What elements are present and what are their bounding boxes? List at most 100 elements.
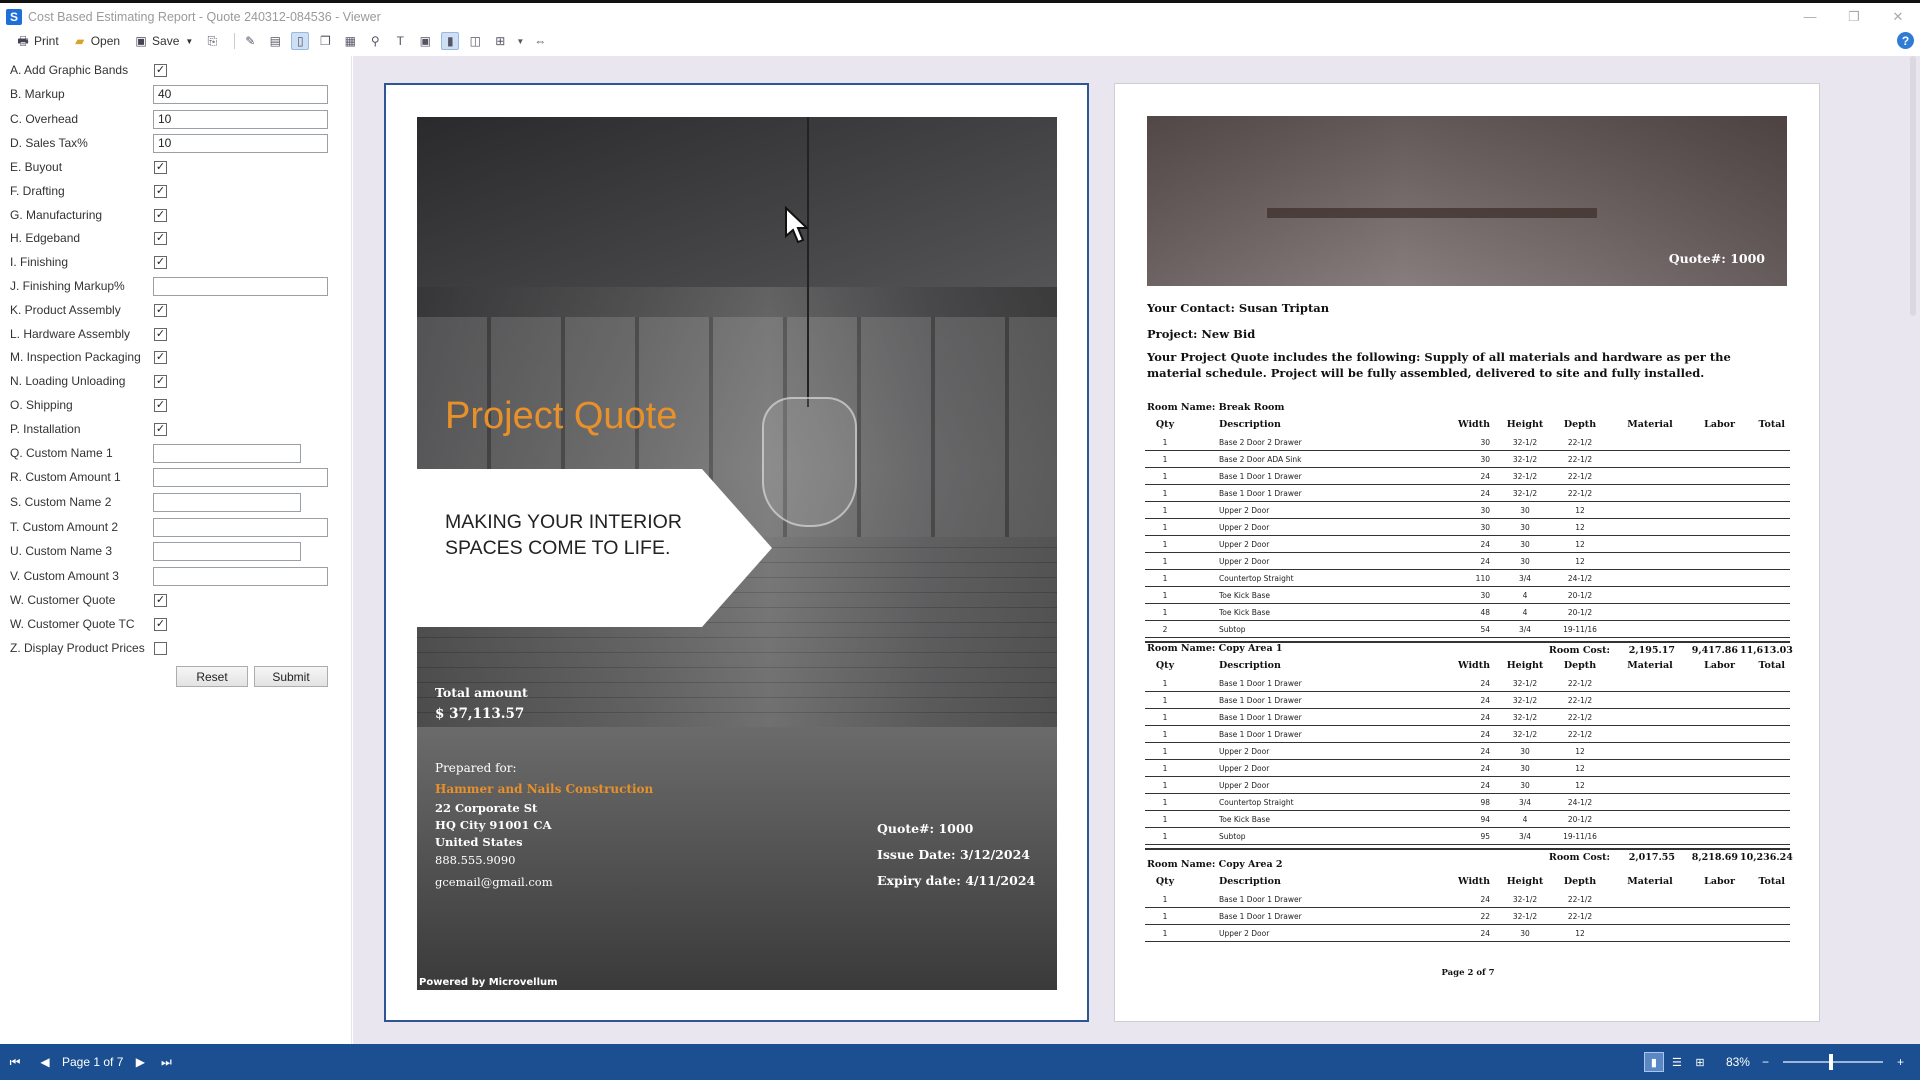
param-custom-amount-2: T. Custom Amount 2	[10, 517, 340, 537]
finishing-checkbox[interactable]: ✓	[154, 255, 167, 269]
room-table: Qty Description Width Height Depth Material La…	[1145, 658, 1793, 864]
chevron-down-icon[interactable]: ▼	[185, 37, 193, 46]
help-icon[interactable]: ?	[1897, 32, 1914, 49]
column-header-height: Height	[1506, 660, 1544, 671]
table-icon[interactable]: ▦	[341, 32, 359, 50]
table-row: 1 Toe Kick Base 94 4 20-1/2	[1145, 811, 1790, 828]
param-custom-amount-1: R. Custom Amount 1	[10, 467, 340, 487]
custom-amount-3-input[interactable]	[153, 566, 328, 586]
table-cell: 94	[1480, 815, 1490, 824]
scrollbar-thumb[interactable]	[1910, 56, 1916, 316]
param-label: W. Customer Quote TC	[10, 617, 135, 631]
buyout-checkbox[interactable]: ✓	[154, 160, 167, 174]
table-row: 1 Base 2 Door ADA Sink 30 32-1/2 22-1/2	[1145, 451, 1790, 468]
reset-button[interactable]: Reset	[176, 666, 248, 687]
table-cell: Base 1 Door 1 Drawer	[1219, 472, 1302, 481]
copy-icon[interactable]: ❐	[316, 32, 334, 50]
zoom-slider-thumb[interactable]	[1828, 1054, 1833, 1070]
table-cell: 110	[1475, 574, 1490, 583]
open-button[interactable]: ▰ Open	[69, 31, 124, 51]
table-header: Qty Description Width Height Depth Material La…	[1145, 874, 1790, 891]
multi-page-view-icon[interactable]: ⊞	[1690, 1052, 1710, 1072]
overhead-input[interactable]	[153, 109, 328, 129]
edgeband-checkbox[interactable]: ✓	[154, 231, 167, 245]
fit-width-icon[interactable]: ⇔	[531, 32, 549, 50]
print-button[interactable]: 🖶 Print	[12, 31, 63, 51]
installation-checkbox[interactable]: ✓	[154, 422, 167, 436]
param-add-graphic-bands: A. Add Graphic Bands ✓	[10, 60, 340, 80]
table-cell: 30	[1480, 591, 1490, 600]
custom-name-3-input[interactable]	[153, 541, 301, 561]
client-country: United States	[435, 835, 523, 849]
table-cell: 1	[1162, 895, 1168, 904]
table-cell: 32-1/2	[1512, 713, 1538, 722]
single-page-view-icon[interactable]: ▮	[1643, 1052, 1664, 1072]
last-page-icon[interactable]: ⏭	[155, 1051, 177, 1073]
add-graphic-bands-checkbox[interactable]: ✓	[154, 63, 167, 77]
finishing-markup-input[interactable]	[153, 276, 328, 296]
product-assembly-checkbox[interactable]: ✓	[154, 303, 167, 317]
param-label: V. Custom Amount 3	[10, 569, 119, 583]
hardware-assembly-checkbox[interactable]: ✓	[154, 327, 167, 341]
custom-amount-2-input[interactable]	[153, 517, 328, 537]
table-cell: 24	[1480, 679, 1490, 688]
column-header-depth: Depth	[1563, 660, 1597, 671]
table-cell: 19-11/16	[1563, 832, 1597, 841]
document-icon[interactable]: ▤	[266, 32, 284, 50]
param-label: B. Markup	[10, 87, 65, 101]
header-shelf	[1267, 208, 1597, 218]
markup-input[interactable]	[153, 84, 328, 104]
loading-unloading-checkbox[interactable]: ✓	[154, 374, 167, 388]
param-label: Q. Custom Name 1	[10, 446, 113, 460]
text-tool-icon[interactable]: T	[391, 32, 409, 50]
inspection-packaging-checkbox[interactable]: ✓	[154, 350, 167, 364]
table-cell: 12	[1575, 523, 1585, 532]
save-button[interactable]: ▣ Save ▼	[130, 31, 197, 51]
multi-page-icon[interactable]: ⊞	[491, 32, 509, 50]
full-screen-icon[interactable]: ▣	[416, 32, 434, 50]
two-page-icon[interactable]: ◫	[466, 32, 484, 50]
table-cell: 12	[1575, 764, 1585, 773]
parameters-panel: A. Add Graphic Bands ✓ B. Markup C. Over…	[0, 56, 352, 1044]
table-cell: 3/4	[1518, 625, 1532, 634]
submit-button[interactable]: Submit	[254, 666, 328, 687]
custom-name-2-input[interactable]	[153, 492, 301, 512]
column-header-labor: Labor	[1704, 419, 1735, 430]
shipping-checkbox[interactable]: ✓	[154, 398, 167, 412]
zoom-slider[interactable]	[1782, 1054, 1883, 1070]
sales-tax-input[interactable]	[153, 133, 328, 153]
manufacturing-checkbox[interactable]: ✓	[154, 208, 167, 222]
table-cell: 22-1/2	[1567, 489, 1593, 498]
chevron-down-icon[interactable]: ▼	[516, 37, 524, 46]
customer-quote-tc-checkbox[interactable]: ✓	[154, 617, 167, 631]
maximize-button[interactable]: ❐	[1832, 3, 1876, 30]
vertical-scrollbar[interactable]	[1906, 56, 1920, 1044]
continuous-view-icon[interactable]: ☰	[1667, 1052, 1687, 1072]
minimize-button[interactable]: —	[1788, 3, 1832, 30]
custom-name-1-input[interactable]	[153, 443, 301, 463]
display-product-prices-checkbox[interactable]	[154, 641, 167, 655]
zoom-out-button[interactable]: −	[1762, 1055, 1769, 1069]
next-page-icon[interactable]: ▶	[129, 1051, 151, 1073]
first-page-icon[interactable]: ⏮	[4, 1051, 26, 1073]
custom-amount-1-input[interactable]	[153, 467, 328, 487]
room-cost-label: Room Cost:	[1548, 645, 1610, 656]
single-page-icon[interactable]: ▮	[441, 32, 460, 50]
table-cell: 32-1/2	[1512, 472, 1538, 481]
param-overhead: C. Overhead	[10, 109, 340, 129]
table-row: 1 Base 1 Door 1 Drawer 24 32-1/2 22-1/2	[1145, 675, 1790, 692]
close-button[interactable]: ✕	[1876, 3, 1920, 30]
table-row: 1 Base 1 Door 1 Drawer 22 32-1/2 22-1/2	[1145, 908, 1790, 925]
customer-quote-checkbox[interactable]: ✓	[154, 593, 167, 607]
window-controls: — ❐ ✕	[1788, 3, 1920, 30]
previous-page-icon[interactable]: ◀	[34, 1051, 56, 1073]
edit-icon[interactable]: ✎	[241, 32, 259, 50]
find-icon[interactable]: ⚲	[366, 32, 384, 50]
export-icon[interactable]: ⎘	[203, 32, 221, 50]
table-cell: 3/4	[1518, 574, 1532, 583]
page-view-icon[interactable]: ▯	[291, 32, 310, 50]
table-cell: 1	[1162, 540, 1168, 549]
zoom-in-button[interactable]: +	[1897, 1055, 1904, 1069]
table-cell: 22-1/2	[1567, 912, 1593, 921]
drafting-checkbox[interactable]: ✓	[154, 184, 167, 198]
